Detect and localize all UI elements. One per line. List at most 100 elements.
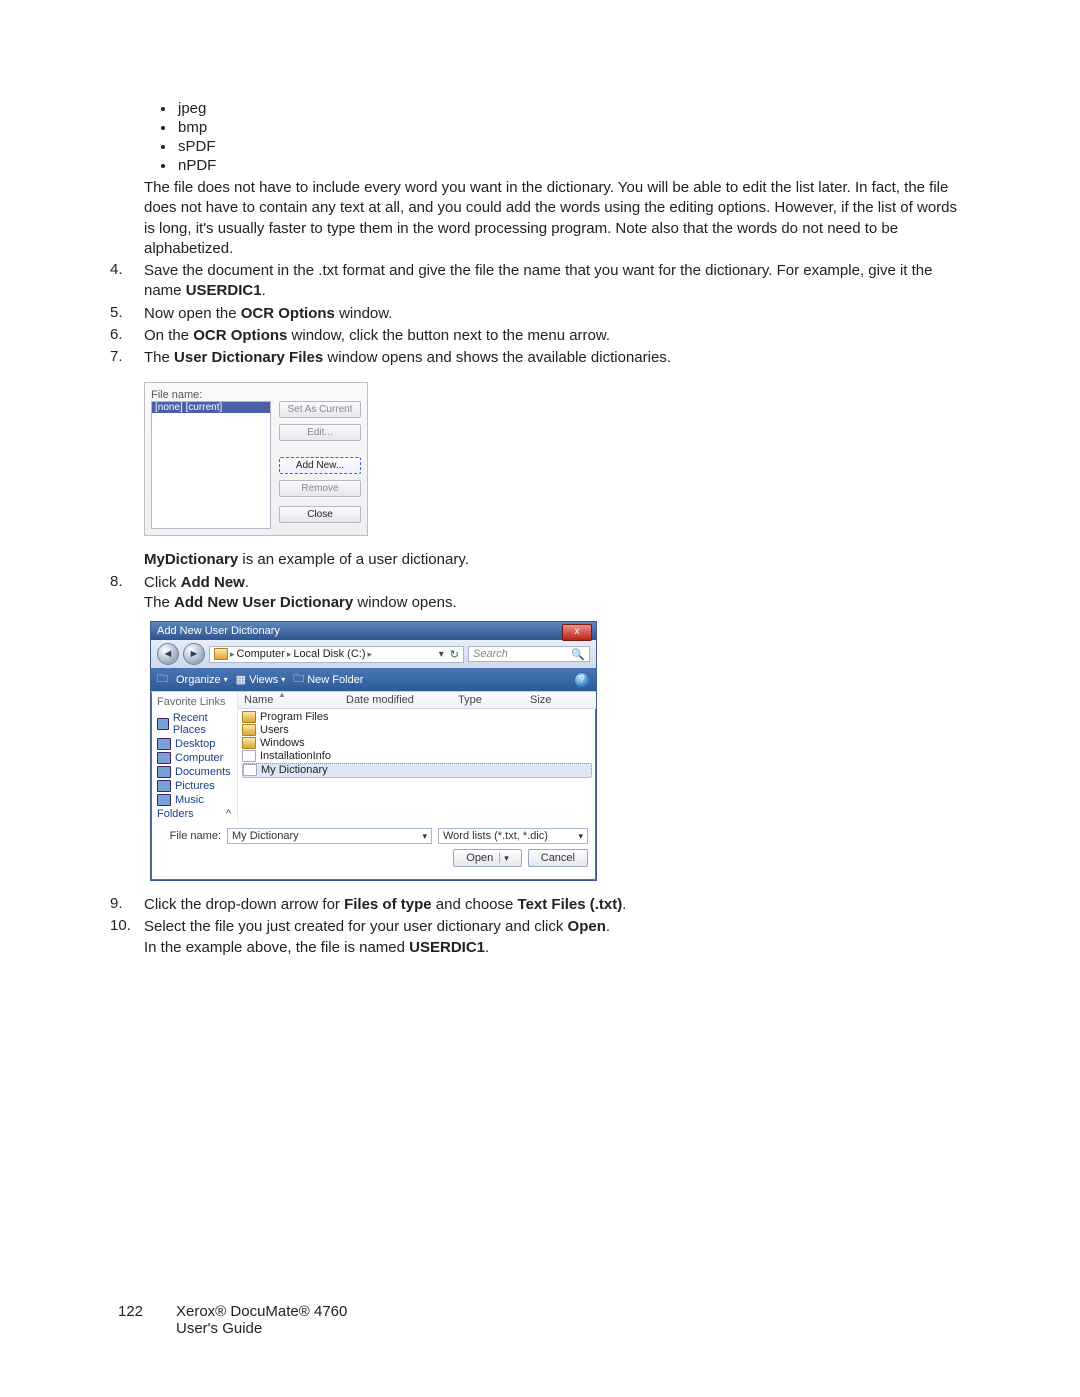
folder-icon [242, 724, 256, 736]
nav-forward-icon[interactable]: ► [183, 643, 205, 665]
step-text: Save the document in the .txt format and… [144, 261, 970, 302]
list-item[interactable]: InstallationInfo [242, 750, 592, 763]
drive-icon [214, 648, 228, 660]
format-list: jpeg bmp sPDF nPDF [118, 100, 970, 174]
column-date[interactable]: Date modified [340, 692, 452, 708]
sidebar-item-music[interactable]: Music [157, 794, 231, 806]
chevron-up-icon: ^ [226, 808, 231, 820]
chevron-down-icon[interactable]: ▾ [439, 649, 444, 660]
step-number: 4. [110, 261, 144, 302]
folder-icon [242, 737, 256, 749]
breadcrumb-item[interactable]: Local Disk (C:) [293, 648, 365, 660]
add-new-button[interactable]: Add New... [279, 457, 361, 474]
step-number: 5. [110, 304, 144, 324]
step-number: 9. [110, 895, 144, 915]
sidebar-item-desktop[interactable]: Desktop [157, 738, 231, 750]
breadcrumb-item[interactable]: Computer [237, 648, 285, 660]
documents-icon [157, 766, 171, 778]
recent-icon [157, 718, 169, 730]
close-button[interactable]: Close [279, 506, 361, 523]
file-icon [242, 750, 256, 762]
page-footer: 122 Xerox® DocuMate® 4760 User's Guide [118, 1303, 347, 1337]
paragraph-note: The file does not have to include every … [144, 178, 970, 259]
sort-asc-icon: ▲ [278, 690, 286, 699]
list-item[interactable]: Windows [242, 737, 592, 750]
close-icon[interactable]: x [562, 624, 592, 641]
computer-icon [157, 752, 171, 764]
file-name-label: File name: [151, 389, 361, 401]
open-button[interactable]: Open▾ [453, 849, 521, 867]
favorites-sidebar: Favorite Links Recent Places Desktop Com… [151, 692, 238, 822]
search-icon: 🔍 [571, 648, 585, 661]
dialog-titlebar: Add New User Dictionary x [151, 622, 596, 640]
list-item[interactable]: Program Files [242, 711, 592, 724]
guide-name: User's Guide [176, 1320, 347, 1337]
sidebar-item-computer[interactable]: Computer [157, 752, 231, 764]
list-item: jpeg [176, 100, 970, 117]
my-dictionary-note: MyDictionary is an example of a user dic… [144, 550, 970, 570]
set-as-current-button[interactable]: Set As Current [279, 401, 361, 418]
page-number: 122 [118, 1303, 158, 1337]
column-type[interactable]: Type [452, 692, 524, 708]
command-bar: 🗀 Organize▾ ▦ Views▾ 🗀 New Folder ? [151, 668, 596, 691]
list-item: bmp [176, 119, 970, 136]
step-text: Select the file you just created for you… [144, 917, 970, 958]
pictures-icon [157, 780, 171, 792]
column-size[interactable]: Size [524, 692, 596, 708]
views-icon: ▦ [236, 673, 246, 686]
help-icon[interactable]: ? [574, 672, 590, 688]
folder-icon [242, 711, 256, 723]
sidebar-item-recent[interactable]: Recent Places [157, 712, 231, 736]
step-text: The User Dictionary Files window opens a… [144, 348, 970, 368]
step-text: Now open the OCR Options window. [144, 304, 970, 324]
nav-back-icon[interactable]: ◄ [157, 643, 179, 665]
refresh-icon[interactable]: ↻ [450, 648, 459, 661]
chevron-down-icon[interactable]: ▾ [578, 831, 583, 842]
breadcrumb-sep-icon: ▸ [367, 649, 372, 660]
chevron-down-icon: ▾ [281, 675, 285, 684]
product-name: Xerox® DocuMate® 4760 [176, 1303, 347, 1320]
file-name-input[interactable]: My Dictionary ▾ [227, 828, 432, 844]
folder-icon: 🗀 [293, 670, 304, 689]
folders-toggle[interactable]: Folders ^ [157, 808, 231, 820]
file-icon [243, 764, 257, 776]
remove-button[interactable]: Remove [279, 480, 361, 497]
organize-icon: 🗀 [157, 670, 168, 689]
list-item: sPDF [176, 138, 970, 155]
step-number: 10. [110, 917, 144, 958]
chevron-down-icon: ▾ [224, 675, 228, 684]
step-text: On the OCR Options window, click the but… [144, 326, 970, 346]
breadcrumb-sep-icon: ▸ [230, 649, 235, 660]
desktop-icon [157, 738, 171, 750]
cancel-button[interactable]: Cancel [528, 849, 588, 867]
organize-menu[interactable]: Organize▾ [176, 674, 228, 686]
step-text: Click the drop-down arrow for Files of t… [144, 895, 970, 915]
new-folder-button[interactable]: 🗀 New Folder [293, 670, 363, 689]
file-list-pane: Name▲ Date modified Type Size Program Fi… [238, 692, 596, 822]
breadcrumb[interactable]: ▸ Computer ▸ Local Disk (C:) ▸ ▾ ↻ [209, 646, 464, 663]
views-menu[interactable]: ▦ Views▾ [236, 673, 286, 686]
file-type-select[interactable]: Word lists (*.txt, *.dic) ▾ [438, 828, 588, 844]
edit-button[interactable]: Edit... [279, 424, 361, 441]
step-number: 6. [110, 326, 144, 346]
search-input[interactable]: Search 🔍 [468, 646, 590, 662]
dictionary-listbox[interactable]: [none] [current] [151, 401, 271, 529]
search-placeholder: Search [473, 648, 508, 660]
file-name-label: File name: [159, 830, 221, 842]
column-name[interactable]: Name▲ [238, 692, 340, 708]
step-number: 7. [110, 348, 144, 368]
music-icon [157, 794, 171, 806]
selected-dictionary-item[interactable]: [none] [current] [152, 402, 270, 413]
chevron-down-icon[interactable]: ▾ [422, 831, 427, 842]
list-item-selected[interactable]: My Dictionary [242, 763, 592, 778]
step-number: 8. [110, 573, 144, 614]
step-text: Click Add New. The Add New User Dictiona… [144, 573, 970, 614]
chevron-down-icon[interactable]: ▾ [499, 853, 509, 863]
sidebar-item-documents[interactable]: Documents [157, 766, 231, 778]
sidebar-item-pictures[interactable]: Pictures [157, 780, 231, 792]
favorites-header: Favorite Links [157, 696, 231, 708]
list-item: nPDF [176, 157, 970, 174]
list-item[interactable]: Users [242, 724, 592, 737]
dialog-title: Add New User Dictionary [157, 625, 280, 637]
add-new-user-dictionary-dialog: Add New User Dictionary x ◄ ► ▸ Computer… [150, 621, 597, 881]
